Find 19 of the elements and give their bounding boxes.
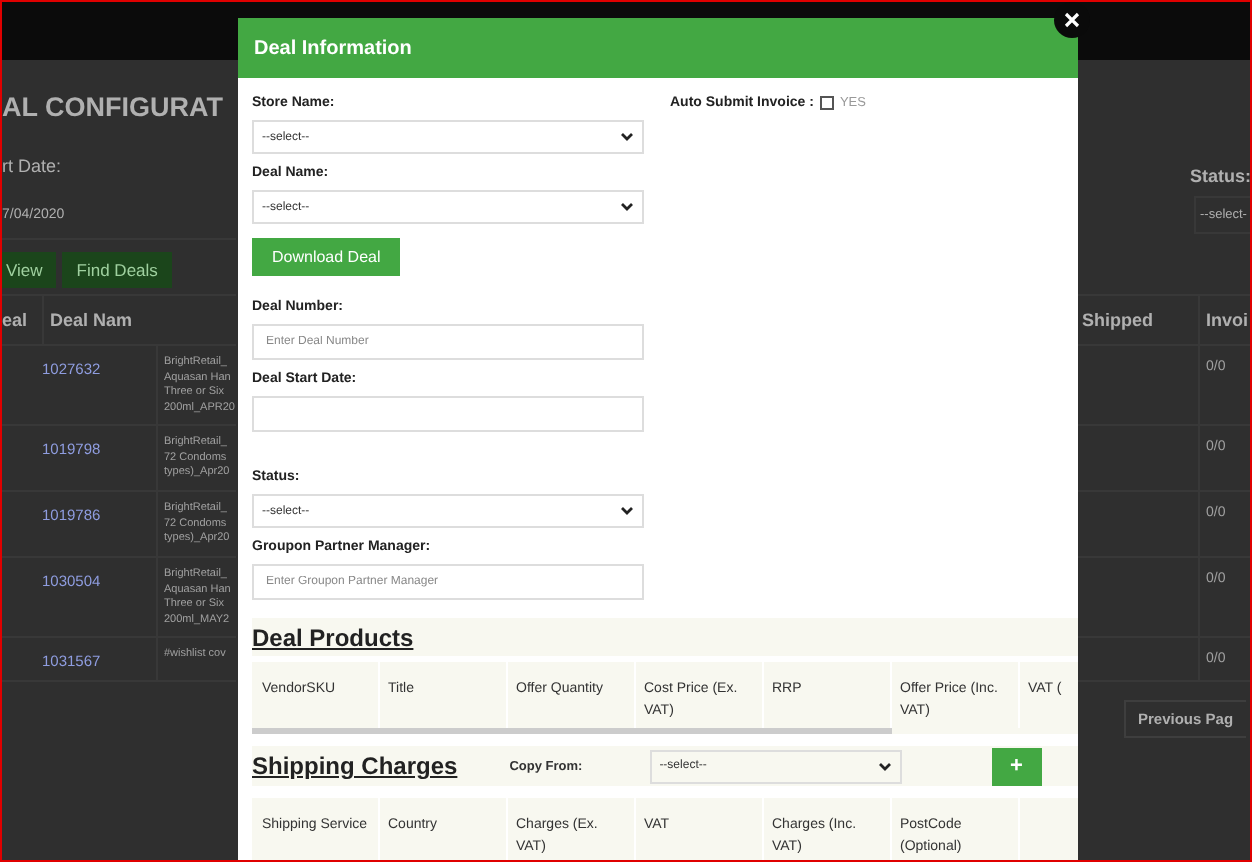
section-heading: Deal Products (252, 623, 414, 651)
chevron-down-icon (620, 506, 634, 516)
chevron-down-icon (877, 761, 892, 771)
field-label: Status: (1190, 166, 1250, 186)
chevron-down-icon (620, 202, 634, 212)
column-header: Deal Nam (42, 296, 236, 344)
checkbox[interactable] (819, 96, 834, 110)
section-heading: Shipping Charges (252, 752, 458, 780)
page-heading: AL CONFIGURAT (2, 92, 225, 122)
chevron-down-icon (620, 132, 634, 142)
column-header: Invoi (1198, 296, 1250, 344)
scrollbar-thumb[interactable] (252, 728, 892, 734)
column-header: Shipped (1080, 310, 1155, 330)
date-field[interactable] (252, 396, 644, 432)
action-button[interactable]: Find Deals (62, 252, 172, 288)
action-button[interactable]: View (2, 252, 57, 288)
modal-title: Deal Information (254, 37, 412, 59)
column-header: eal (2, 310, 30, 330)
field-label: rt Date: (2, 156, 64, 176)
